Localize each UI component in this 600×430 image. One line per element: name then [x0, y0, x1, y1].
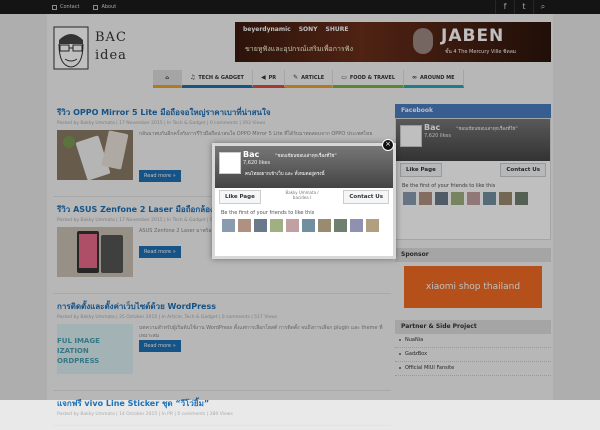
- post-meta: Posted by Bakky Ummata | 14 October 2015…: [57, 412, 233, 417]
- facebook-like-popup: Bac 7,620 likes “ชอบเขียนชอบเล่าทุกเรื่อ…: [212, 143, 396, 259]
- avatar[interactable]: [333, 218, 348, 233]
- popup-fb-friends-label: Be the first of your friends to like thi…: [221, 210, 315, 216]
- avatar[interactable]: [301, 218, 316, 233]
- popup-like-page-button[interactable]: Like Page: [219, 190, 261, 204]
- popup-fb-subtext: คนไทยอยากเข้าเว็บ และ ทั้งหมดอยู่ตรงนี้: [245, 172, 325, 177]
- popup-contact-button[interactable]: Contact Us: [343, 190, 389, 204]
- avatar[interactable]: [365, 218, 380, 233]
- avatar[interactable]: [317, 218, 332, 233]
- avatar[interactable]: [253, 218, 268, 233]
- avatar[interactable]: [349, 218, 364, 233]
- popup-fb-cover: Bac 7,620 likes “ชอบเขียนชอบเล่าทุกเรื่อ…: [215, 146, 393, 188]
- popup-fb-avatar[interactable]: [219, 152, 241, 174]
- close-icon[interactable]: ×: [382, 139, 394, 151]
- popup-fb-username: Bakky Ummata / bacidea /: [285, 190, 319, 200]
- popup-fb-friend-faces: [221, 218, 380, 233]
- popup-fb-likes: 7,620 likes: [243, 160, 271, 166]
- popup-fb-buttons: Like Page Bakky Ummata / bacidea / Conta…: [219, 190, 389, 204]
- popup-fb-page-name[interactable]: Bac: [243, 150, 259, 159]
- avatar[interactable]: [269, 218, 284, 233]
- avatar[interactable]: [221, 218, 236, 233]
- popup-fb-quote: “ชอบเขียนชอบเล่าทุกเรื่องที่ใช่”: [275, 154, 337, 159]
- avatar[interactable]: [237, 218, 252, 233]
- avatar[interactable]: [285, 218, 300, 233]
